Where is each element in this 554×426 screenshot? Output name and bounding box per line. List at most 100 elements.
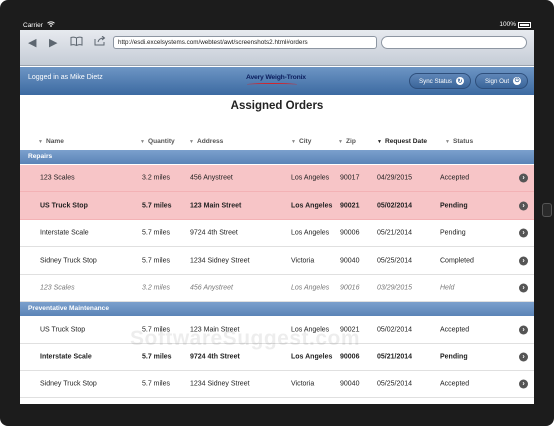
section-header-repairs: Repairs [20, 150, 534, 164]
wifi-icon [46, 21, 55, 29]
bookmarks-icon[interactable] [70, 36, 83, 49]
chevron-right-icon[interactable]: › [519, 173, 528, 183]
cell-status: Held [440, 284, 455, 292]
cell-city: Los Angeles [291, 202, 333, 209]
browser-toolbar: ◀ ▶ http://esdi.excelsystems.com/webtest… [20, 30, 534, 66]
cell-quantity: 5.7 miles [142, 353, 172, 361]
sort-icon: ▼ [291, 139, 296, 145]
cell-name: US Truck Stop [40, 202, 88, 209]
share-icon[interactable] [94, 35, 106, 49]
cell-status: Accepted [440, 174, 470, 182]
url-bar[interactable]: http://esdi.excelsystems.com/webtest/awt… [113, 36, 377, 49]
chevron-right-icon[interactable]: › [519, 379, 528, 389]
cell-address: 123 Main Street [190, 202, 242, 209]
sign-out-label: Sign Out [485, 77, 510, 85]
cell-address: 1234 Sidney Street [190, 257, 250, 264]
cell-zip: 90006 [340, 353, 360, 361]
cell-request-date: 05/02/2014 [377, 326, 413, 334]
battery-icon [518, 21, 531, 28]
sort-icon: ▼ [140, 139, 145, 145]
column-header-quantity[interactable]: ▼ Quantity [140, 138, 175, 145]
chevron-right-icon[interactable]: › [519, 283, 528, 293]
sort-icon: ▼ [189, 139, 194, 145]
cell-name: 123 Scales [40, 284, 75, 292]
cell-name: Interstate Scale [40, 229, 89, 237]
cell-city: Los Angeles [291, 284, 330, 292]
cell-status: Pending [440, 353, 468, 361]
cell-quantity: 5.7 miles [142, 380, 171, 388]
column-header-status[interactable]: ▼ Status [445, 138, 473, 145]
cell-status: Completed [440, 257, 474, 264]
cell-zip: 90021 [340, 202, 360, 209]
cell-city: Los Angeles [291, 229, 330, 237]
sort-icon: ▼ [445, 139, 450, 145]
forward-icon[interactable]: ▶ [49, 36, 57, 49]
sort-icon: ▼ [377, 139, 382, 145]
sign-out-button[interactable]: Sign Out ⏻ [475, 73, 529, 89]
cell-request-date: 05/25/2014 [377, 257, 413, 264]
sort-icon: ▼ [38, 139, 43, 145]
back-icon[interactable]: ◀ [28, 36, 36, 49]
table-row[interactable]: US Truck Stop 5.7 miles 123 Main Street … [20, 192, 534, 220]
cell-address: 9724 4th Street [190, 353, 240, 361]
power-icon: ⏻ [513, 77, 522, 85]
cell-zip: 90040 [340, 380, 360, 388]
column-header-zip[interactable]: ▼ Zip [338, 138, 356, 145]
cell-zip: 90016 [340, 284, 360, 292]
cell-request-date: 05/25/2014 [377, 380, 413, 388]
cell-request-date: 04/29/2015 [377, 174, 413, 182]
chevron-right-icon[interactable]: › [519, 352, 528, 362]
cell-request-date: 05/21/2014 [377, 229, 413, 237]
cell-name: US Truck Stop [40, 326, 86, 334]
screen: ◀ ▶ http://esdi.excelsystems.com/webtest… [20, 30, 534, 404]
page-title: Assigned Orders [230, 100, 324, 112]
cell-zip: 90006 [340, 229, 360, 237]
column-header-address[interactable]: ▼ Address [189, 138, 223, 145]
logo-swoosh [247, 83, 297, 86]
section-header-preventative-maintenance: Preventative Maintenance [20, 302, 534, 316]
cell-city: Los Angeles [291, 353, 333, 361]
cell-address: 456 Anystreet [190, 284, 233, 292]
ipad-frame: Carrier 100% ◀ ▶ http://esdi.excelsystem… [0, 0, 554, 426]
browser-search-field[interactable] [381, 36, 527, 49]
cell-name: Sidney Truck Stop [40, 257, 97, 264]
chevron-right-icon[interactable]: › [519, 228, 528, 238]
cell-quantity: 5.7 miles [142, 257, 171, 264]
cell-status: Pending [440, 229, 466, 237]
table-row[interactable]: Interstate Scale 5.7 miles 9724 4th Stre… [20, 220, 534, 247]
cell-city: Victoria [291, 380, 315, 388]
table-row[interactable]: Sidney Truck Stop 5.7 miles 1234 Sidney … [20, 371, 534, 398]
carrier-label: Carrier [23, 22, 43, 29]
cell-quantity: 5.7 miles [142, 229, 171, 237]
cell-city: Victoria [291, 257, 315, 264]
cell-quantity: 3.2 miles [142, 284, 171, 292]
brand-logo: Avery Weigh-Tronix [246, 74, 306, 81]
cell-address: 456 Anystreet [190, 174, 233, 182]
cell-address: 1234 Sidney Street [190, 380, 250, 388]
status-bar: Carrier 100% [20, 20, 534, 30]
cell-address: 9724 4th Street [190, 229, 238, 237]
refresh-icon: ↻ [456, 77, 465, 85]
cell-status: Accepted [440, 326, 470, 334]
column-headers: ▼ Name ▼ Quantity ▼ Address ▼ City ▼ Zip ▼ Req… [20, 135, 534, 149]
column-header-name[interactable]: ▼ Name [38, 138, 64, 145]
sync-status-button[interactable]: Sync Status ↻ [409, 73, 472, 89]
cell-name: Interstate Scale [40, 353, 92, 361]
chevron-right-icon[interactable]: › [519, 325, 528, 335]
table-row[interactable]: 123 Scales 3.2 miles 456 Anystreet Los A… [20, 165, 534, 192]
cell-city: Los Angeles [291, 174, 330, 182]
column-header-city[interactable]: ▼ City [291, 138, 311, 145]
column-header-request-date[interactable]: ▼ Request Date [377, 138, 427, 145]
cell-request-date: 05/02/2014 [377, 202, 413, 209]
cell-zip: 90017 [340, 174, 360, 182]
cell-name: 123 Scales [40, 174, 75, 182]
chevron-right-icon[interactable]: › [519, 256, 528, 265]
cell-request-date: 03/29/2015 [377, 284, 413, 292]
table-row[interactable]: Sidney Truck Stop 5.7 miles 1234 Sidney … [20, 247, 534, 275]
logged-in-label: Logged in as Mike Dietz [28, 74, 103, 81]
cell-name: Sidney Truck Stop [40, 380, 97, 388]
sort-icon: ▼ [338, 139, 343, 145]
chevron-right-icon[interactable]: › [519, 201, 528, 210]
table-row[interactable]: 123 Scales 3.2 miles 456 Anystreet Los A… [20, 275, 534, 302]
watermark: SoftwareSuggest.com [130, 327, 361, 350]
